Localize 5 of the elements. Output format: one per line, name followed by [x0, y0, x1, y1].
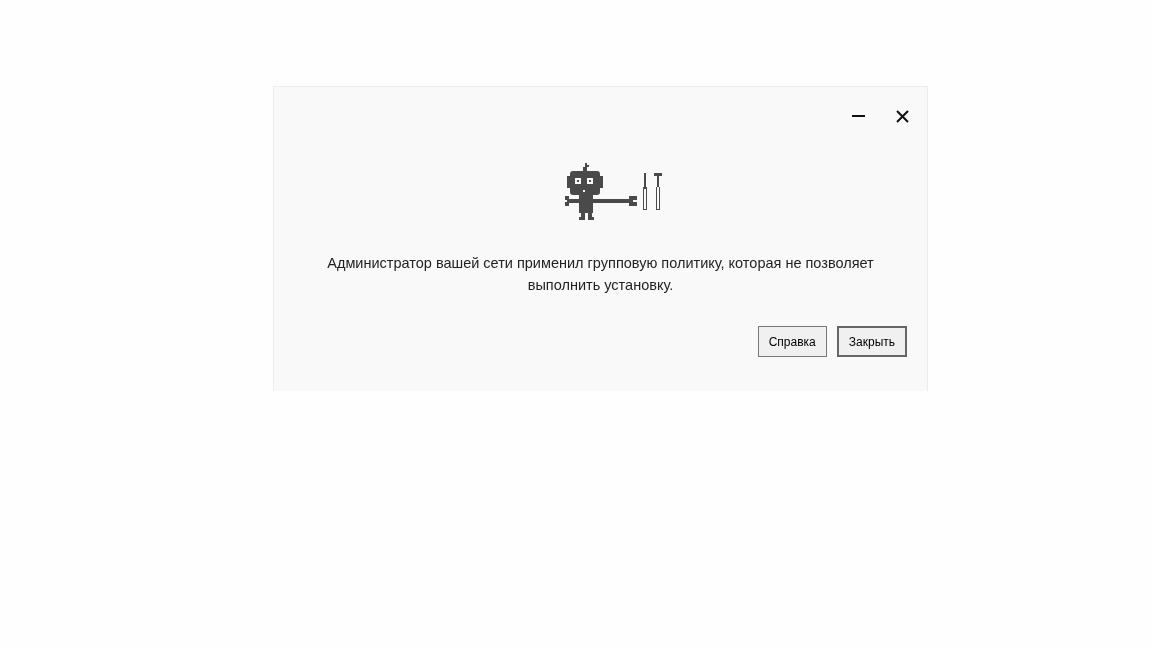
dialog-button[interactable]: Справка [757, 326, 827, 357]
error-message: Администратор вашей сети применил групповую политику, которая не позволяет выполнить установку. [326, 254, 875, 295]
minimize-icon [851, 115, 865, 117]
close-icon [895, 109, 909, 123]
dialog-button[interactable]: Закрыть [836, 326, 907, 357]
